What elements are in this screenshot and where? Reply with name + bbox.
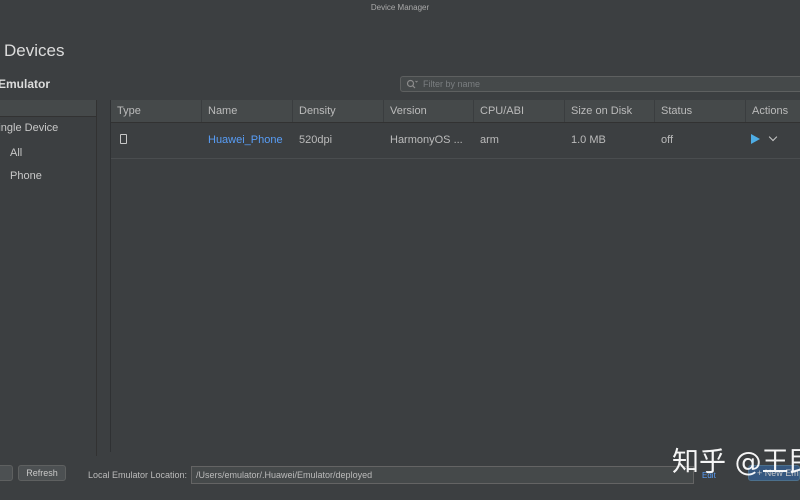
search-input[interactable] <box>419 77 800 91</box>
column-header-cpu-abi[interactable]: CPU/ABI <box>474 100 565 122</box>
cell-density: 520dpi <box>299 134 333 146</box>
refresh-button[interactable]: Refresh <box>18 465 66 481</box>
search-box[interactable] <box>400 76 800 92</box>
section-title: Emulator <box>0 77 51 91</box>
emulator-location-field[interactable] <box>191 466 694 484</box>
table-header: Type Name Density Version CPU/ABI Size o… <box>111 100 800 123</box>
column-header-density[interactable]: Density <box>293 100 384 122</box>
sidebar: Single Device All Phone <box>0 100 97 456</box>
column-header-type[interactable]: Type <box>111 100 202 122</box>
column-header-version[interactable]: Version <box>384 100 474 122</box>
search-icon <box>405 78 419 90</box>
cell-cpu-abi: arm <box>480 134 499 146</box>
sidebar-header <box>0 100 96 117</box>
cell-type <box>111 122 202 158</box>
sidebar-item-all[interactable]: All <box>10 147 22 159</box>
table-row[interactable]: Huawei_Phone 520dpi HarmonyOS ... arm 1.… <box>111 122 800 159</box>
play-icon[interactable] <box>751 134 760 145</box>
sidebar-item-single-device[interactable]: Single Device <box>0 122 58 134</box>
emulator-location-label: Local Emulator Location: <box>88 470 188 480</box>
cell-status: off <box>661 134 674 146</box>
page-title-text: Devices <box>4 41 65 60</box>
cell-version: HarmonyOS ... <box>390 134 463 146</box>
column-header-name[interactable]: Name <box>202 100 293 122</box>
column-header-status[interactable]: Status <box>655 100 746 122</box>
window-title: Device Manager <box>370 3 430 12</box>
device-table: Type Name Density Version CPU/ABI Size o… <box>110 100 800 452</box>
cell-actions <box>746 122 800 158</box>
left-action-button[interactable] <box>0 465 13 481</box>
phone-icon <box>120 134 127 145</box>
device-manager-window: Device Manager Devices Emulator Single D… <box>0 0 800 500</box>
sidebar-item-phone[interactable]: Phone <box>10 170 42 182</box>
page-title: Devices <box>4 41 64 61</box>
cell-size-on-disk: 1.0 MB <box>571 134 606 146</box>
watermark: 知乎 @王民 <box>672 447 800 478</box>
cell-name-link[interactable]: Huawei_Phone <box>202 122 293 158</box>
chevron-down-icon[interactable] <box>768 132 778 142</box>
column-header-actions[interactable]: Actions <box>746 100 800 122</box>
column-header-size-on-disk[interactable]: Size on Disk <box>565 100 655 122</box>
